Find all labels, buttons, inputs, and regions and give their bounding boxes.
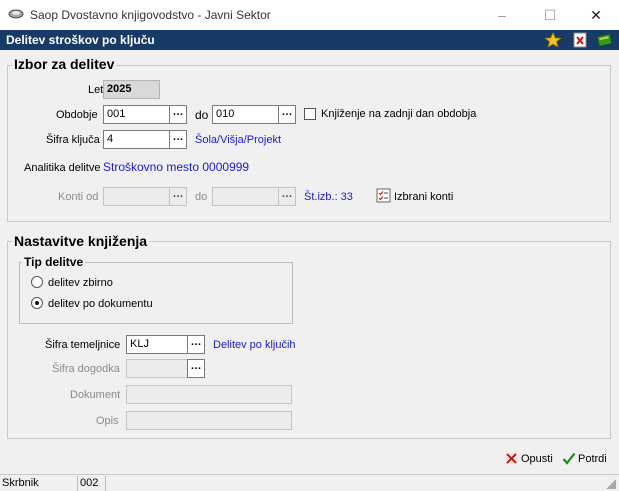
sifra-temeljnice-input[interactable]: KLJ (126, 335, 188, 354)
analitika-label: Analitika delitve (24, 162, 101, 174)
knjizenje-checkbox[interactable] (304, 108, 316, 120)
checklist-icon[interactable] (376, 188, 391, 203)
opis-label: Opis (96, 415, 119, 427)
sifra-kljuca-input[interactable]: 4 (103, 130, 170, 149)
sifra-dogodka-lookup-button[interactable]: … (187, 359, 205, 378)
obdobje-to-input[interactable]: 010 (212, 105, 279, 124)
leto-field: 2025 (103, 80, 160, 99)
obdobje-from-input[interactable]: 001 (103, 105, 170, 124)
potrdi-button[interactable]: Potrdi (562, 451, 612, 467)
status-code: 002 (78, 476, 106, 491)
sifra-kljuca-label: Šifra ključa (46, 134, 100, 146)
cancel-x-icon (506, 453, 517, 464)
analitika-value: Stroškovno mesto 0000999 (103, 160, 250, 174)
radio-delitev-po-dokumentu[interactable] (31, 297, 43, 309)
nastavitve-legend: Nastavitve knjiženja (12, 233, 150, 249)
sifra-temeljnice-description: Delitev po ključih (213, 339, 296, 351)
konti-od-label: Konti od (58, 191, 99, 203)
resize-grip[interactable] (606, 479, 616, 489)
sifra-kljuca-lookup-button[interactable]: … (169, 130, 187, 149)
konti-do-input (212, 187, 279, 206)
tip-delitve-legend: Tip delitve (22, 255, 86, 269)
konti-od-input (103, 187, 170, 206)
izbrani-konti-button[interactable]: Izbrani konti (394, 191, 453, 203)
dokument-input (126, 385, 292, 404)
sifra-temeljnice-label: Šifra temeljnice (45, 339, 121, 351)
obdobje-do-label: do (195, 108, 209, 122)
close-form-icon[interactable] (571, 32, 589, 48)
st-izb-count: Št.izb.: 33 (304, 191, 353, 203)
izbor-legend: Izbor za delitev (12, 56, 117, 72)
obdobje-label: Obdobje (56, 109, 98, 121)
favorite-star-icon[interactable] (544, 32, 562, 48)
help-book-icon[interactable] (596, 32, 614, 48)
tip-delitve-group (19, 262, 293, 324)
potrdi-label: Potrdi (578, 453, 607, 465)
close-button[interactable]: ✕ (578, 4, 614, 26)
opis-input (126, 411, 292, 430)
radio-delitev-po-dokumentu-label: delitev po dokumentu (48, 298, 153, 310)
status-user: Skrbnik (0, 476, 78, 491)
sifra-dogodka-label: Šifra dogodka (52, 363, 120, 375)
radio-delitev-zbirno[interactable] (31, 276, 43, 288)
minimize-button[interactable]: – (484, 4, 520, 26)
opusti-label: Opusti (521, 453, 553, 465)
konti-do-label: do (195, 191, 208, 203)
obdobje-to-lookup-button[interactable]: … (278, 105, 296, 124)
obdobje-from-lookup-button[interactable]: … (169, 105, 187, 124)
konti-do-lookup-button: … (278, 187, 296, 206)
window-title: Saop Dvostavno knjigovodstvo - Javni Sek… (30, 8, 271, 22)
maximize-button[interactable]: ☐ (532, 4, 568, 26)
sifra-temeljnice-lookup-button[interactable]: … (187, 335, 205, 354)
form-title: Delitev stroškov po ključu (6, 33, 155, 47)
form-header: Delitev stroškov po ključu (0, 30, 619, 50)
sifra-kljuca-description: Šola/Višja/Projekt (195, 134, 282, 146)
radio-delitev-zbirno-label: delitev zbirno (48, 277, 113, 289)
konti-od-lookup-button: … (169, 187, 187, 206)
app-icon (8, 9, 24, 19)
opusti-button[interactable]: Opusti (505, 451, 555, 467)
window-titlebar: Saop Dvostavno knjigovodstvo - Javni Sek… (0, 0, 619, 30)
knjizenje-label: Knjiženje na zadnji dan obdobja (321, 108, 477, 120)
status-bar: Skrbnik 002 (0, 474, 619, 491)
dokument-label: Dokument (70, 389, 121, 401)
sifra-dogodka-input (126, 359, 188, 378)
checkmark-icon (562, 452, 576, 465)
